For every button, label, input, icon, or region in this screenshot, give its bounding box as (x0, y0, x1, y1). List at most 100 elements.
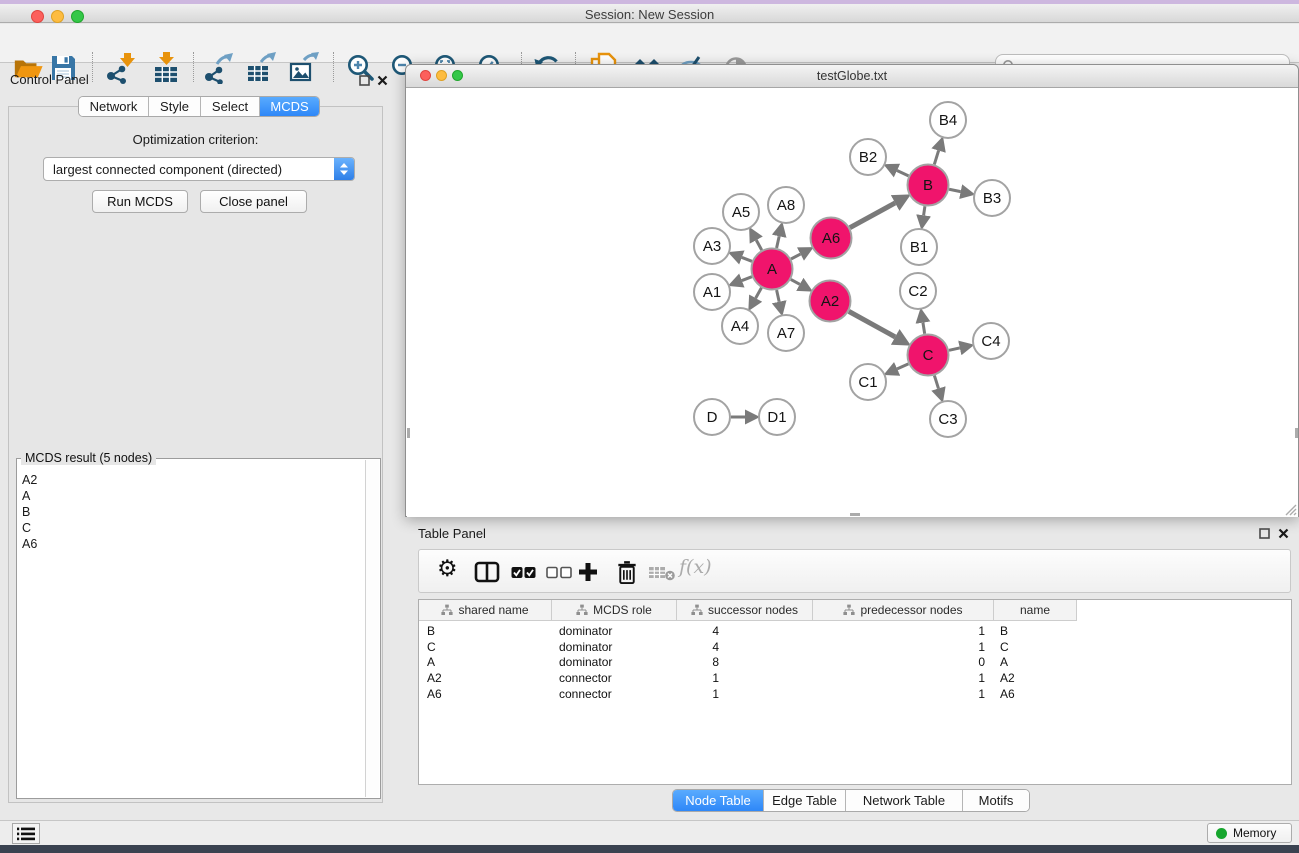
graph-edge-A-A5[interactable] (756, 240, 761, 250)
import-network-icon[interactable] (104, 51, 138, 85)
task-history-button[interactable] (12, 823, 40, 844)
apply-function-icon[interactable]: f(x) (679, 555, 712, 579)
tab-mcds[interactable]: MCDS (260, 97, 319, 116)
graph-edge-A-A6[interactable] (791, 254, 800, 259)
graph-edge-A-A1[interactable] (742, 277, 752, 281)
node-table[interactable]: shared name MCDS role successor nodes prede… (418, 599, 1292, 785)
table-cell-r4-c0[interactable]: A6 (427, 687, 442, 702)
graph-edge-C-C4[interactable] (949, 348, 960, 350)
table-cell-r0-c2[interactable]: 4 (639, 624, 719, 639)
close-panel-icon[interactable] (377, 74, 388, 89)
table-cell-r1-c0[interactable]: C (427, 640, 436, 655)
tab-edge-table[interactable]: Edge Table (764, 790, 846, 811)
tab-motifs[interactable]: Motifs (963, 790, 1029, 811)
table-cell-r2-c1[interactable]: dominator (559, 655, 612, 670)
table-cell-r0-c1[interactable]: dominator (559, 624, 612, 639)
column-header-MCDS-role[interactable]: MCDS role (552, 600, 677, 621)
mcds-result-item-A[interactable]: A (22, 489, 352, 504)
mcds-result-item-A6[interactable]: A6 (22, 537, 352, 552)
column-header-label: MCDS role (593, 603, 652, 617)
table-cell-r4-c4[interactable]: A6 (1000, 687, 1015, 702)
table-cell-r0-c0[interactable]: B (427, 624, 435, 639)
table-cell-r3-c2[interactable]: 1 (639, 671, 719, 686)
mcds-result-item-B[interactable]: B (22, 505, 352, 520)
mcds-result-title: MCDS result (5 nodes) (21, 451, 156, 465)
canvas-bottom-scroll-mark[interactable] (850, 513, 860, 516)
export-table-icon[interactable] (244, 51, 278, 85)
table-cell-r4-c2[interactable]: 1 (639, 687, 719, 702)
graph-node-label-A2: A2 (821, 293, 839, 310)
select-rows-icon[interactable] (511, 560, 537, 584)
export-image-icon[interactable] (287, 51, 321, 85)
graph-edge-A6-B[interactable] (850, 203, 895, 228)
graph-edge-A-A3[interactable] (742, 257, 752, 261)
graph-edge-A-A8[interactable] (777, 236, 780, 248)
table-cell-r3-c4[interactable]: A2 (1000, 671, 1015, 686)
close-panel-button[interactable]: Close panel (200, 190, 307, 213)
toolbar-separator (193, 52, 194, 82)
network-canvas[interactable]: B4B2BB3A8A5A6A3B1AA1C2A2A4A7C4CC1DD1C3 (407, 88, 1298, 517)
table-cell-r4-c1[interactable]: connector (559, 687, 612, 702)
add-column-icon[interactable] (577, 560, 599, 584)
network-window-titlebar[interactable]: testGlobe.txt (406, 65, 1298, 88)
delete-table-icon[interactable] (649, 560, 676, 584)
table-cell-r2-c3[interactable]: 0 (905, 655, 985, 670)
tab-style[interactable]: Style (149, 97, 201, 116)
graph-edge-A-A4[interactable] (756, 288, 762, 298)
close-table-panel-icon[interactable] (1278, 527, 1289, 542)
column-header-successor-nodes[interactable]: successor nodes (677, 600, 813, 621)
resize-grip-icon[interactable] (1282, 501, 1297, 516)
column-header-shared-name[interactable]: shared name (419, 600, 552, 621)
deselect-rows-icon[interactable] (546, 560, 572, 584)
graph-edge-B-B1[interactable] (924, 206, 925, 215)
settings-gear-icon[interactable]: ⚙ (437, 556, 458, 580)
tab-node-table[interactable]: Node Table (673, 790, 764, 811)
table-cell-r2-c4[interactable]: A (1000, 655, 1008, 670)
delete-column-icon[interactable] (615, 560, 639, 584)
tab-select[interactable]: Select (201, 97, 260, 116)
table-cell-r1-c4[interactable]: C (1000, 640, 1009, 655)
column-header-name[interactable]: name (994, 600, 1077, 621)
table-cell-r0-c3[interactable]: 1 (905, 624, 985, 639)
float-panel-icon[interactable] (359, 74, 370, 89)
table-cell-r3-c0[interactable]: A2 (427, 671, 442, 686)
table-cell-r0-c4[interactable]: B (1000, 624, 1008, 639)
mcds-result-scrollbar[interactable] (365, 460, 379, 797)
import-table-icon[interactable] (149, 51, 183, 85)
graph-edge-C-C2[interactable] (923, 323, 925, 334)
toolbar-separator (92, 52, 93, 82)
mcds-result-item-A2[interactable]: A2 (22, 473, 352, 488)
table-cell-r2-c2[interactable]: 8 (639, 655, 719, 670)
table-cell-r1-c2[interactable]: 4 (639, 640, 719, 655)
network-graph: B4B2BB3A8A5A6A3B1AA1C2A2A4A7C4CC1DD1C3 (407, 88, 1298, 517)
column-header-predecessor-nodes[interactable]: predecessor nodes (813, 600, 994, 621)
status-bar: Memory (0, 820, 1299, 845)
memory-button[interactable]: Memory (1207, 823, 1292, 843)
canvas-right-scroll-mark[interactable] (1295, 428, 1298, 438)
criterion-dropdown[interactable]: largest connected component (directed) (43, 157, 355, 181)
table-cell-r3-c1[interactable]: connector (559, 671, 612, 686)
memory-label: Memory (1233, 826, 1276, 840)
mcds-result-item-C[interactable]: C (22, 521, 352, 536)
graph-edge-C-C1[interactable] (897, 364, 908, 369)
canvas-left-scroll-mark[interactable] (407, 428, 410, 438)
export-network-icon[interactable] (201, 51, 235, 85)
float-table-panel-icon[interactable] (1259, 527, 1270, 542)
table-cell-r3-c3[interactable]: 1 (905, 671, 985, 686)
column-header-label: predecessor nodes (860, 603, 962, 617)
tab-network[interactable]: Network (79, 97, 149, 116)
table-cell-r1-c3[interactable]: 1 (905, 640, 985, 655)
graph-edge-C-C3[interactable] (934, 376, 938, 389)
column-layout-icon[interactable] (474, 560, 500, 584)
graph-edge-A-A2[interactable] (791, 279, 800, 284)
graph-edge-B-B2[interactable] (897, 171, 909, 176)
tab-network-table[interactable]: Network Table (846, 790, 963, 811)
graph-edge-B-B3[interactable] (949, 189, 961, 191)
table-cell-r1-c1[interactable]: dominator (559, 640, 612, 655)
graph-edge-A2-C[interactable] (849, 311, 895, 337)
graph-edge-B-B4[interactable] (934, 151, 938, 165)
graph-edge-A-A7[interactable] (777, 290, 780, 302)
table-cell-r2-c0[interactable]: A (427, 655, 435, 670)
run-mcds-button[interactable]: Run MCDS (92, 190, 188, 213)
table-cell-r4-c3[interactable]: 1 (905, 687, 985, 702)
